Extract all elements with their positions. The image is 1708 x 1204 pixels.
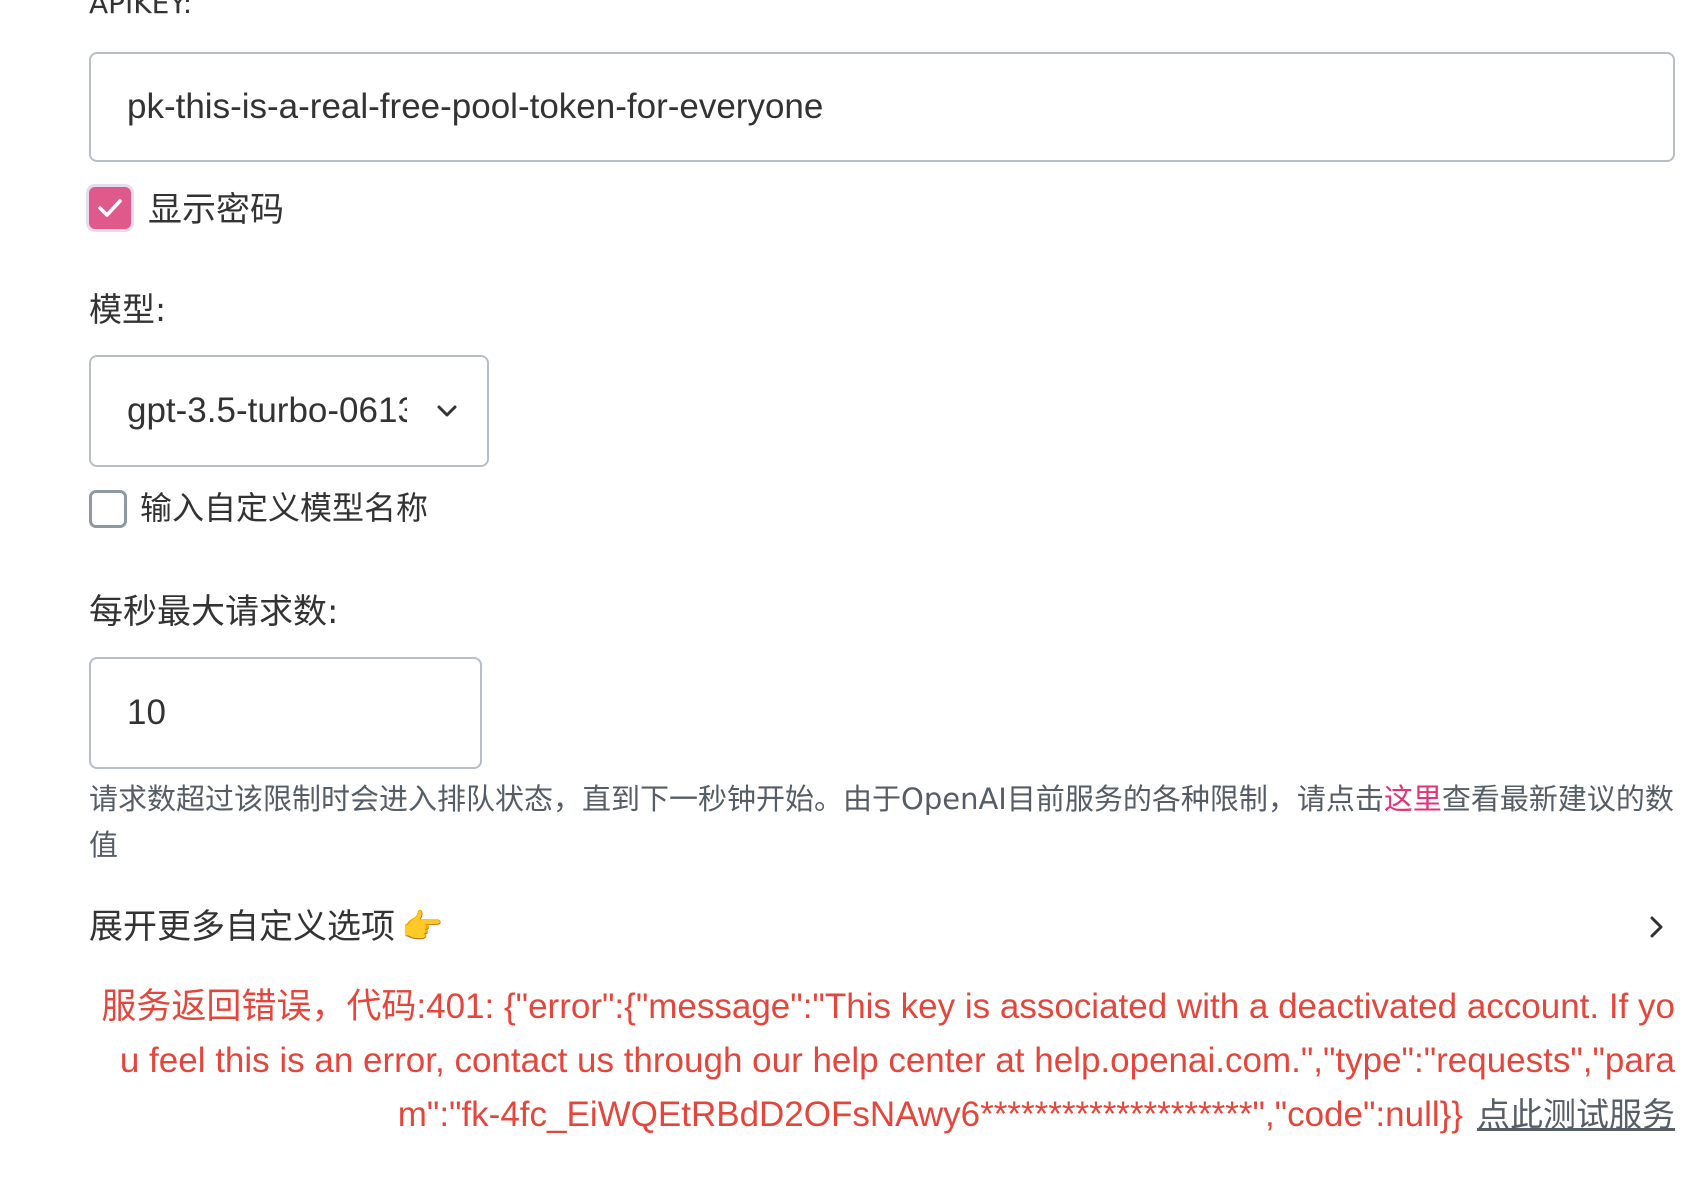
rps-input[interactable] xyxy=(89,657,482,769)
apikey-label: APIKEY: xyxy=(89,0,193,20)
show-password-checkbox[interactable] xyxy=(86,184,134,232)
check-icon xyxy=(98,199,122,217)
chevron-down-icon xyxy=(437,405,457,417)
hint-link[interactable]: 这里 xyxy=(1384,782,1442,816)
rps-hint: 请求数超过该限制时会进入排队状态，直到下一秒钟开始。由于OpenAI目前服务的各… xyxy=(89,776,1679,868)
model-label: 模型: xyxy=(89,290,167,329)
test-service-link[interactable]: 点此测试服务 xyxy=(1477,1095,1675,1134)
apikey-input[interactable] xyxy=(89,52,1675,162)
custom-model-label[interactable]: 输入自定义模型名称 xyxy=(140,486,428,530)
rps-label: 每秒最大请求数: xyxy=(89,592,339,632)
pointing-hand-icon: 👉 xyxy=(401,907,444,947)
more-options-label: 展开更多自定义选项 👉 xyxy=(89,904,443,950)
model-select-value: gpt-3.5-turbo-0613 xyxy=(127,391,407,430)
more-options-text: 展开更多自定义选项 xyxy=(89,907,395,947)
custom-model-checkbox[interactable] xyxy=(89,490,127,528)
chevron-right-icon xyxy=(1650,916,1663,938)
error-text: 服务返回错误，代码:401: {"error":{"message":"This… xyxy=(101,987,1675,1134)
error-message: 服务返回错误，代码:401: {"error":{"message":"This… xyxy=(89,980,1675,1142)
model-select[interactable]: gpt-3.5-turbo-0613 xyxy=(89,355,489,467)
more-options-toggle[interactable]: 展开更多自定义选项 👉 xyxy=(89,900,1675,954)
show-password-label[interactable]: 显示密码 xyxy=(148,188,284,232)
hint-text-before: 请求数超过该限制时会进入排队状态，直到下一秒钟开始。由于OpenAI目前服务的各… xyxy=(89,782,1384,816)
